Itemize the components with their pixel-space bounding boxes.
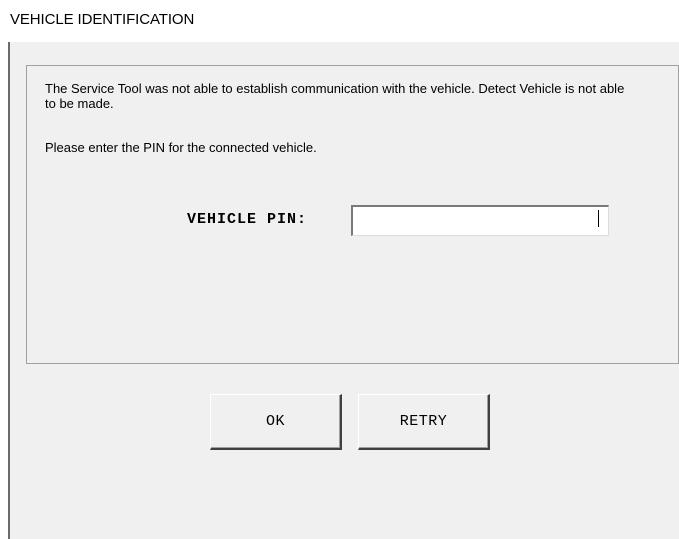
vehicle-pin-label: VEHICLE PIN: [187, 211, 308, 228]
vehicle-identification-dialog: VEHICLE IDENTIFICATION The Service Tool … [0, 0, 679, 539]
window-title: VEHICLE IDENTIFICATION [10, 11, 195, 28]
ok-button[interactable]: OK [210, 394, 342, 450]
vehicle-pin-input[interactable] [351, 205, 609, 236]
pin-instruction-message: Please enter the PIN for the connected v… [45, 140, 317, 155]
title-bar: VEHICLE IDENTIFICATION [0, 0, 679, 42]
text-caret [598, 210, 599, 227]
dialog-body: The Service Tool was not able to establi… [10, 42, 679, 539]
communication-error-message: The Service Tool was not able to establi… [45, 81, 625, 111]
retry-button[interactable]: RETRY [358, 394, 490, 450]
message-group-box: The Service Tool was not able to establi… [26, 65, 679, 364]
